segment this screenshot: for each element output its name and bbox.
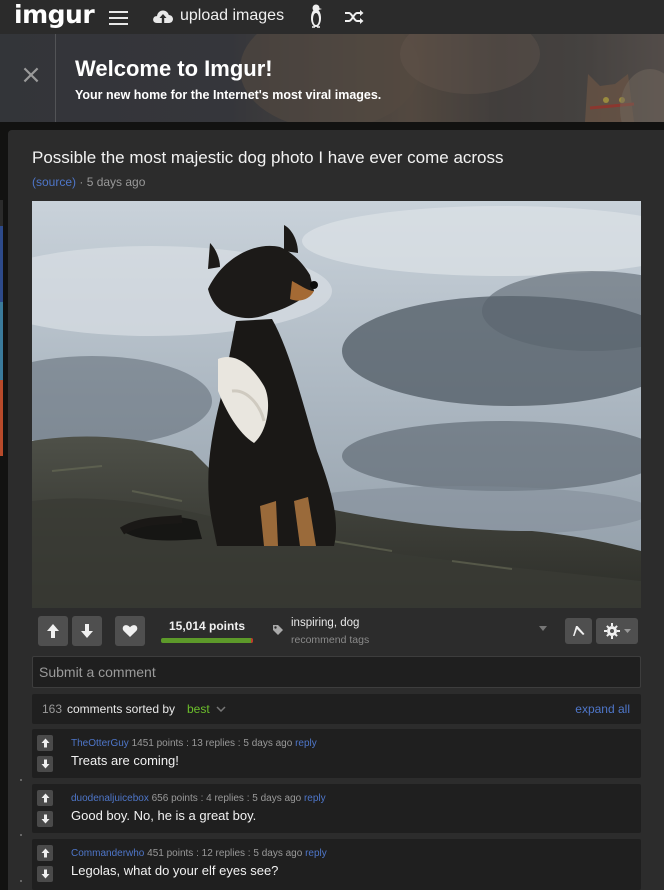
thread-dot [20,834,22,836]
upload-images-label: upload images [180,7,285,24]
comment-text: Treats are coming! [71,753,179,768]
upvote-arrow-icon [41,793,49,803]
penguin-icon[interactable] [305,3,327,29]
left-edge-accent [0,302,3,380]
comment-text: Good boy. No, he is a great boy. [71,808,257,823]
imgur-logo[interactable]: imgur [14,0,95,29]
shuffle-icon[interactable] [343,7,365,27]
comment-points: 1451 points [131,738,184,749]
settings-button[interactable] [596,618,638,644]
comment-header: Commanderwho 451 points : 12 replies : 5… [71,848,327,859]
comment-points: 451 points [147,848,194,859]
comment-points: 656 points [151,793,198,804]
gear-icon [603,623,620,639]
chevron-down-icon [623,628,631,633]
favorite-button[interactable] [115,616,145,646]
chevron-down-icon[interactable] [216,706,226,712]
close-icon[interactable]: × [20,62,42,88]
downvote-arrow-icon [41,869,49,879]
post-image[interactable] [32,201,641,608]
comment-upvote-button[interactable] [37,735,53,751]
downvote-arrow-icon [41,814,49,824]
points-ratio-bar [161,638,253,643]
comment-downvote-button[interactable] [37,866,53,882]
points-count: 15,014 points [168,619,246,633]
heart-icon [122,625,138,637]
upload-images-button[interactable]: upload images [152,4,284,28]
chevron-down-icon[interactable] [539,626,547,632]
downvote-arrow-icon [41,759,49,769]
comment-count: 163 [42,702,63,716]
comment-replies[interactable]: : 12 replies [196,848,245,859]
comment-author[interactable]: duodenaljuicebox [71,793,149,804]
left-edge-accent [0,200,3,226]
comment-age: : 5 days ago [246,793,302,804]
upvote-arrow-icon [41,848,49,858]
reply-link[interactable]: reply [304,793,326,804]
recommend-tags-link[interactable]: recommend tags [291,634,369,646]
comment-author[interactable]: Commanderwho [71,848,144,859]
comment-header: TheOtterGuy 1451 points : 13 replies : 5… [71,738,317,749]
comment-author[interactable]: TheOtterGuy [71,738,129,749]
tag-icon [273,625,283,635]
comment-downvote-button[interactable] [37,811,53,827]
upvote-button[interactable] [38,616,68,646]
source-link[interactable]: (source) [32,175,76,189]
hamburger-icon[interactable] [109,7,128,27]
downvote-button[interactable] [72,616,102,646]
post-tags[interactable]: inspiring, dog [291,617,359,629]
report-button[interactable] [565,618,592,644]
thread-dot [20,779,22,781]
comments-sort-bar: 163 comments sorted by best expand all [32,694,641,724]
comment-item: Commanderwho 451 points : 12 replies : 5… [32,839,641,890]
post-meta: (source) · 5 days ago [32,175,145,189]
expand-all-link[interactable]: expand all [575,702,630,716]
upvote-arrow-icon [41,738,49,748]
comment-downvote-button[interactable] [37,756,53,772]
upvote-arrow-icon [47,624,59,638]
reply-link[interactable]: reply [295,738,317,749]
post-age: · 5 days ago [79,175,146,189]
comment-item: duodenaljuicebox 656 points : 4 replies … [32,784,641,833]
thread-dot [20,880,22,882]
banner-title: Welcome to Imgur! [75,56,273,81]
comment-header: duodenaljuicebox 656 points : 4 replies … [71,793,326,804]
banner-divider [55,34,56,122]
comment-age: : 5 days ago [237,738,293,749]
left-edge-accent [0,380,3,456]
left-edge-accent [0,226,3,302]
banner-subtitle: Your new home for the Internet's most vi… [75,88,382,102]
dog-photo [32,201,641,608]
welcome-banner: × Welcome to Imgur! Your new home for th… [0,34,664,122]
upload-cloud-icon [153,10,173,23]
flag-icon [572,626,584,636]
top-nav: imgur upload images [0,0,664,34]
post-title: Possible the most majestic dog photo I h… [32,148,504,167]
comment-age: : 5 days ago [247,848,303,859]
comment-text: Legolas, what do your elf eyes see? [71,863,279,878]
sort-label: comments sorted by [67,702,176,716]
reply-link[interactable]: reply [305,848,327,859]
comment-replies[interactable]: : 4 replies [201,793,244,804]
downvote-arrow-icon [81,624,93,638]
comment-replies[interactable]: : 13 replies [186,738,235,749]
comment-item: TheOtterGuy 1451 points : 13 replies : 5… [32,729,641,778]
comment-upvote-button[interactable] [37,790,53,806]
comment-input[interactable] [32,656,641,688]
comment-upvote-button[interactable] [37,845,53,861]
sort-dropdown[interactable]: best [187,702,210,716]
